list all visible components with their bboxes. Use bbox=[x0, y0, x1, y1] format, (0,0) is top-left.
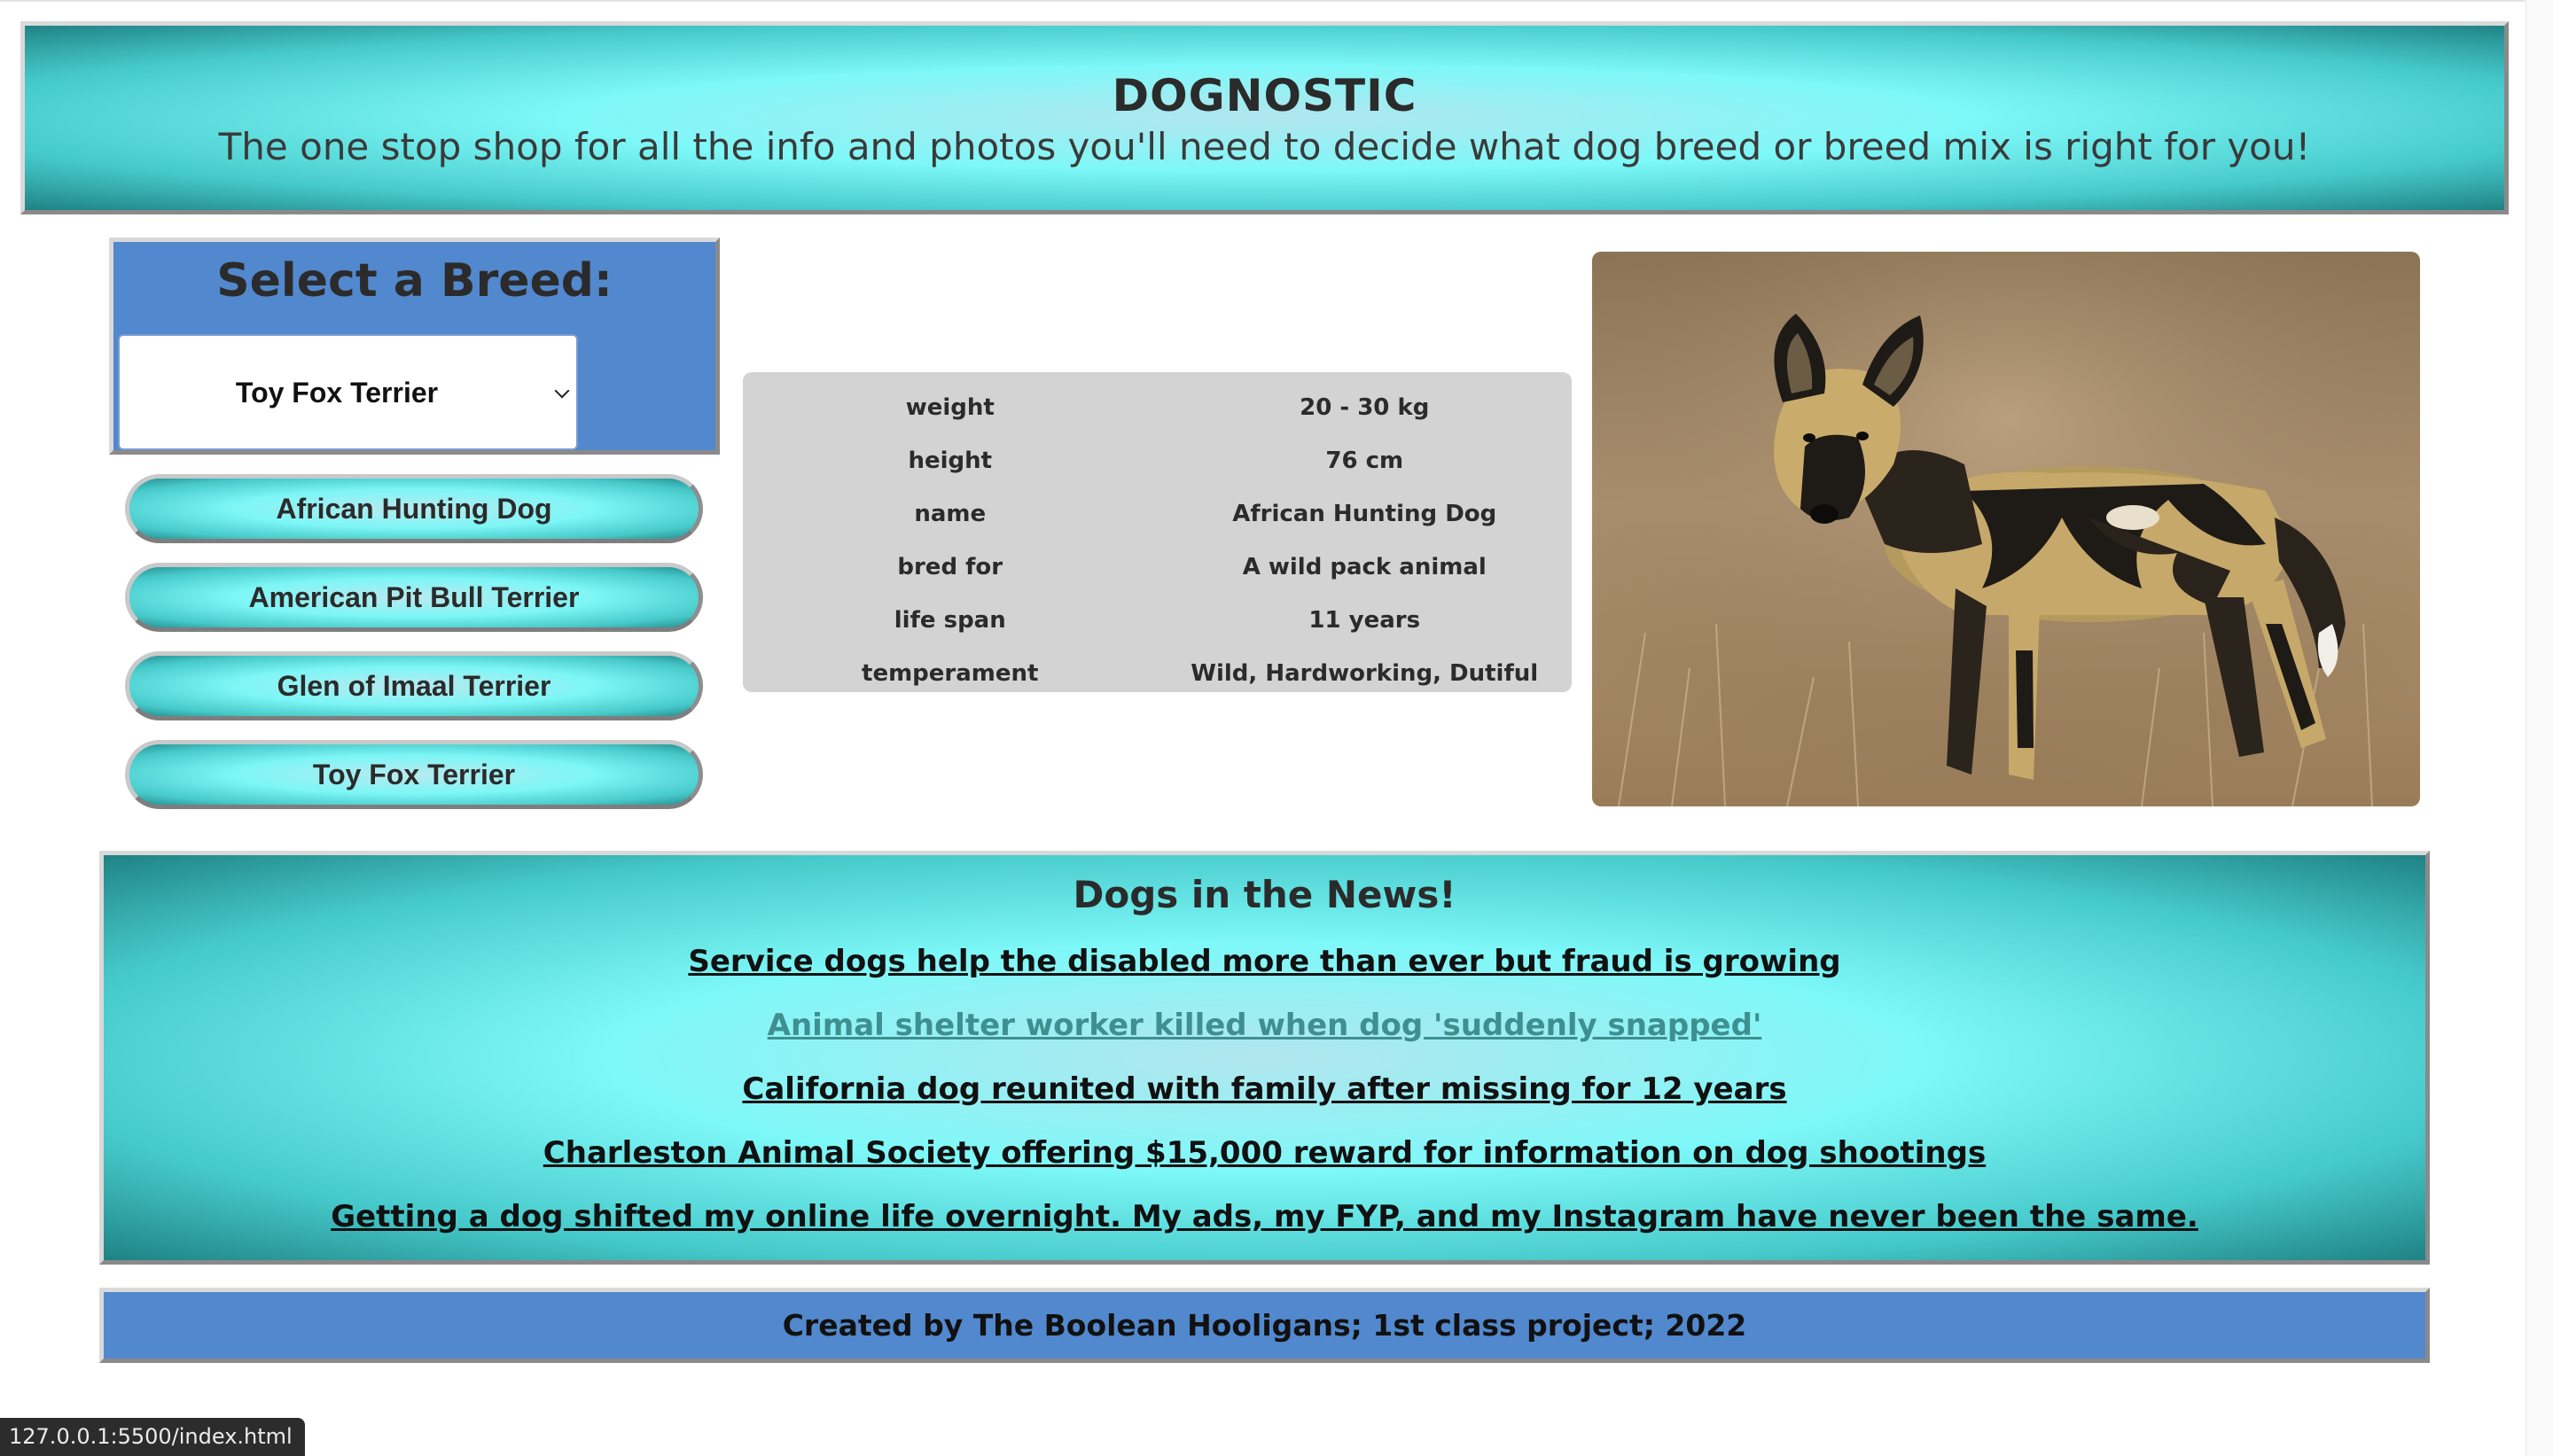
table-row: height 76 cm bbox=[743, 434, 1572, 487]
info-key: temperament bbox=[862, 660, 1039, 687]
status-bar-url: 127.0.0.1:5500/index.html bbox=[0, 1418, 305, 1456]
breed-button-toy-fox-terrier[interactable]: Toy Fox Terrier bbox=[125, 740, 703, 809]
breed-button-glen-of-imaal-terrier[interactable]: Glen of Imaal Terrier bbox=[125, 651, 703, 720]
info-value: Wild, Hardworking, Dutiful bbox=[1191, 660, 1539, 687]
chevron-down-icon bbox=[554, 383, 570, 399]
site-title: DOGNOSTIC bbox=[1112, 70, 1417, 121]
info-value: 11 years bbox=[1308, 607, 1421, 634]
breed-select-value: Toy Fox Terrier bbox=[235, 377, 439, 409]
news-link[interactable]: Charleston Animal Society offering $15,0… bbox=[104, 1135, 2425, 1171]
table-row: bred for A wild pack animal bbox=[743, 541, 1572, 594]
breed-info-table: weight 20 - 30 kg height 76 cm name Afri… bbox=[743, 372, 1572, 692]
info-key: bred for bbox=[897, 554, 1003, 580]
selector-title: Select a Breed: bbox=[216, 254, 613, 308]
footer-credit: Created by The Boolean Hooligans; 1st cl… bbox=[782, 1308, 1747, 1343]
info-value: African Hunting Dog bbox=[1232, 501, 1497, 527]
news-link[interactable]: Service dogs help the disabled more than… bbox=[104, 944, 2425, 979]
breed-selector-panel: Select a Breed: Toy Fox Terrier bbox=[109, 237, 720, 455]
info-value: A wild pack animal bbox=[1242, 554, 1487, 580]
top-divider bbox=[0, 0, 2525, 2]
table-row: temperament Wild, Hardworking, Dutiful bbox=[743, 647, 1572, 700]
dog-photo-image bbox=[1592, 252, 2420, 806]
news-link[interactable]: Animal shelter worker killed when dog 's… bbox=[104, 1008, 2425, 1043]
info-value: 20 - 30 kg bbox=[1300, 394, 1430, 421]
news-link[interactable]: Getting a dog shifted my online life ove… bbox=[104, 1199, 2425, 1234]
site-header: DOGNOSTIC The one stop shop for all the … bbox=[20, 21, 2509, 214]
info-key: weight bbox=[905, 394, 995, 421]
scrollbar[interactable] bbox=[2526, 0, 2553, 1456]
info-key: height bbox=[908, 448, 993, 474]
table-row: life span 11 years bbox=[743, 594, 1572, 647]
table-row: name African Hunting Dog bbox=[743, 487, 1572, 541]
site-footer: Created by The Boolean Hooligans; 1st cl… bbox=[99, 1288, 2430, 1363]
info-value: 76 cm bbox=[1325, 448, 1404, 474]
info-key: life span bbox=[894, 607, 1006, 634]
info-key: name bbox=[914, 501, 987, 527]
breed-photo bbox=[1592, 252, 2420, 806]
page: DOGNOSTIC The one stop shop for all the … bbox=[0, 0, 2553, 1456]
news-title: Dogs in the News! bbox=[1073, 873, 1456, 916]
breed-button-african-hunting-dog[interactable]: African Hunting Dog bbox=[125, 474, 703, 543]
site-tagline: The one stop shop for all the info and p… bbox=[218, 125, 2311, 168]
breed-button-american-pit-bull-terrier[interactable]: American Pit Bull Terrier bbox=[125, 563, 703, 632]
news-section: Dogs in the News! Service dogs help the … bbox=[99, 851, 2430, 1265]
news-link[interactable]: California dog reunited with family afte… bbox=[104, 1071, 2425, 1107]
breed-select[interactable]: Toy Fox Terrier bbox=[118, 334, 578, 450]
table-row: weight 20 - 30 kg bbox=[743, 381, 1572, 434]
